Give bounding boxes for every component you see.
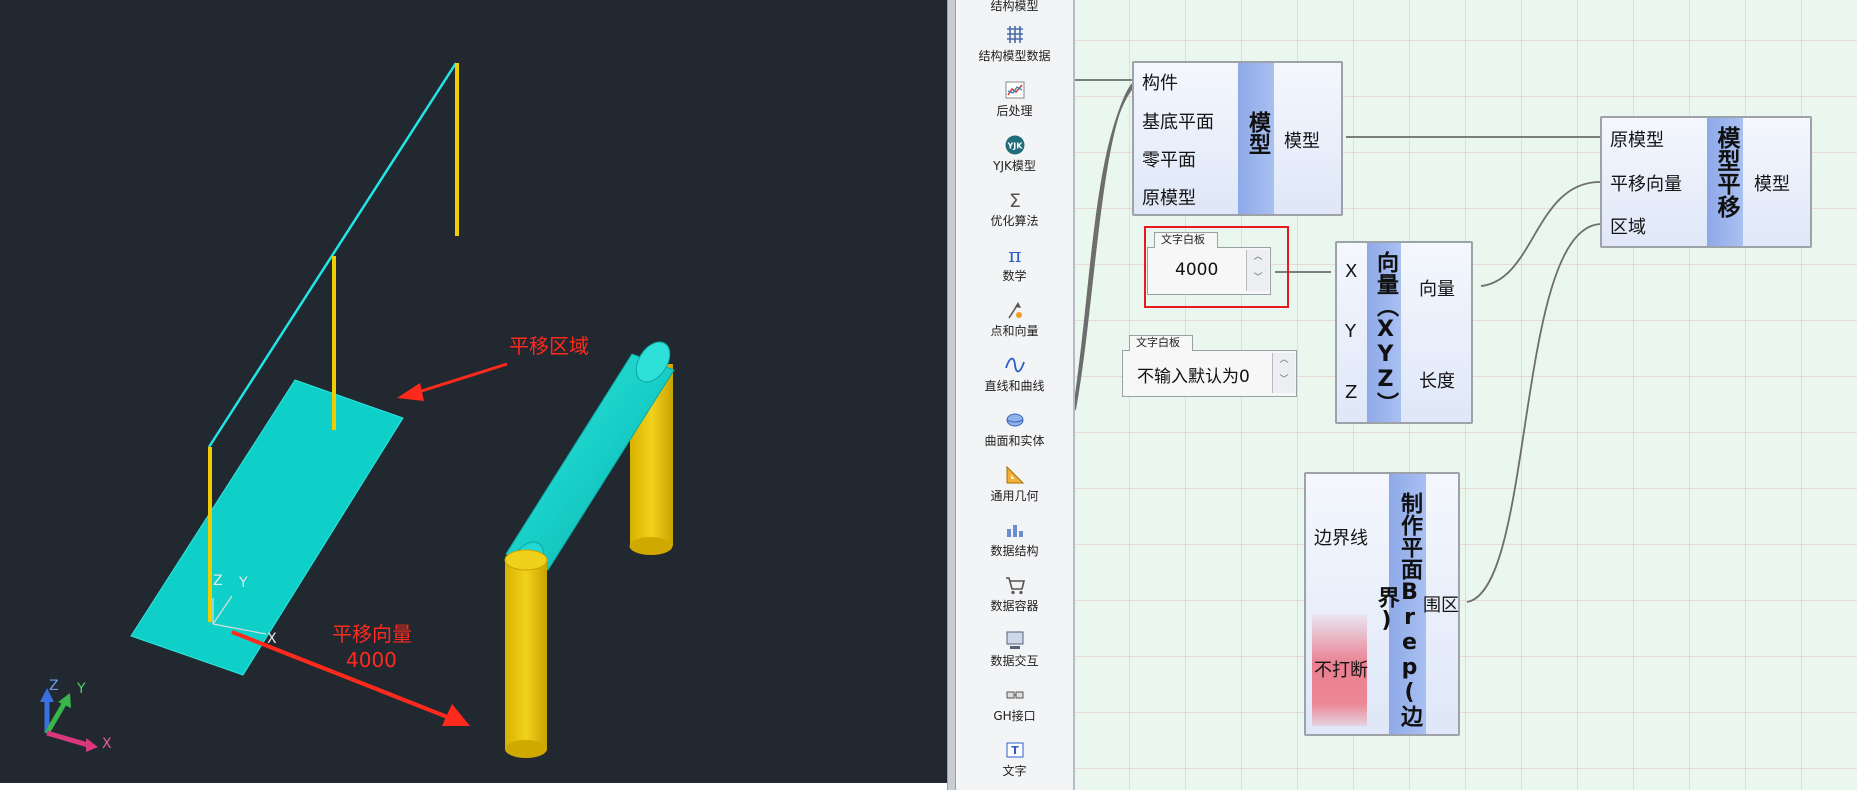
- viewport-scene: Z Y X Z Y X: [40, 62, 675, 758]
- category-line-curve[interactable]: 直线和曲线: [956, 354, 1073, 406]
- translate-input-vector[interactable]: 平移向量: [1610, 170, 1682, 196]
- data-structure-icon: [1006, 525, 1023, 537]
- category-yjk-model[interactable]: YJK YJK模型: [956, 134, 1073, 186]
- category-postprocess[interactable]: 后处理: [956, 79, 1073, 131]
- category-data-container[interactable]: 数据容器: [956, 574, 1073, 626]
- triad-x-label: X: [102, 736, 112, 752]
- highlight-box: [1144, 226, 1289, 308]
- translate-input-region[interactable]: 区域: [1610, 213, 1646, 239]
- solid-column-left: [505, 560, 547, 750]
- vector-input-z[interactable]: Z: [1345, 382, 1357, 403]
- text-panel-default-zero[interactable]: 文字白板 不输入默认为0 ︿ ﹀: [1122, 335, 1297, 397]
- triad-x-axis: [46, 730, 89, 748]
- local-axis-z-label: Z: [213, 573, 223, 589]
- category-structure-model-data[interactable]: 结构模型数据: [956, 24, 1073, 76]
- model-node[interactable]: 模型 构件 基底平面 零平面 原模型 模型: [1132, 61, 1343, 216]
- category-math[interactable]: π 数学: [956, 244, 1073, 296]
- category-surface-solid[interactable]: 曲面和实体: [956, 409, 1073, 461]
- text-panel-default-value[interactable]: 不输入默认为0: [1137, 362, 1250, 387]
- component-category-panel: 结构模型 结构模型数据 后处理 YJK YJK模型 Σ 优化算法 π 数学 点和…: [956, 0, 1075, 790]
- category-text[interactable]: T 文字: [956, 739, 1073, 790]
- make-plane-brep-node[interactable]: 制作平面Brep(边界) 边界线 不打断 围区: [1304, 472, 1460, 736]
- vector-output-length[interactable]: 长度: [1419, 367, 1455, 393]
- category-gh-interface[interactable]: GH接口: [956, 684, 1073, 736]
- triad-x-head: [86, 738, 98, 752]
- triad-y-label: Y: [76, 681, 86, 697]
- category-point-vector[interactable]: 点和向量: [956, 299, 1073, 351]
- triad-z-label: Z: [49, 678, 59, 694]
- vector-xyz-node[interactable]: 向量（XYZ） X Y Z 向量 长度: [1335, 241, 1473, 424]
- gh-interface-icon: [1006, 691, 1023, 699]
- plane-input-no-break[interactable]: 不打断: [1314, 656, 1368, 682]
- svg-text:T: T: [1011, 744, 1019, 757]
- node-canvas[interactable]: 模型 构件 基底平面 零平面 原模型 模型 模型平移 原模型 平移向量 区域 模…: [1075, 0, 1857, 790]
- translate-region-label: 平移区域: [509, 334, 589, 358]
- vector-input-x[interactable]: X: [1345, 261, 1357, 282]
- surface-solid-icon: [1006, 413, 1023, 427]
- model-input-original-model[interactable]: 原模型: [1142, 184, 1196, 210]
- model-input-zero-plane[interactable]: 零平面: [1142, 146, 1196, 172]
- svg-text:Σ: Σ: [1008, 190, 1020, 211]
- grid-data-icon: [1006, 26, 1023, 43]
- vector-node-title: 向量（XYZ）: [1373, 251, 1398, 414]
- text-panel-default-spinner[interactable]: ︿ ﹀: [1272, 353, 1295, 393]
- wire-vector-to-translate: [1480, 181, 1601, 287]
- svg-text:YJK: YJK: [1006, 142, 1023, 151]
- spinner-up-icon[interactable]: ︿: [1273, 353, 1295, 373]
- translate-node-title: 模型平移: [1713, 126, 1739, 218]
- text-icon: T: [1006, 742, 1023, 758]
- category-optimization[interactable]: Σ 优化算法: [956, 189, 1073, 241]
- model-input-base-plane[interactable]: 基底平面: [1142, 108, 1214, 134]
- solid-column-left-bottom: [505, 740, 547, 758]
- translate-vector-label: 平移向量: [332, 622, 412, 646]
- vector-output-vector[interactable]: 向量: [1419, 275, 1455, 301]
- curve-icon: [1004, 357, 1025, 373]
- vector-input-y[interactable]: Y: [1345, 321, 1356, 342]
- category-general-geometry[interactable]: 通用几何: [956, 464, 1073, 516]
- spinner-down-icon[interactable]: ﹀: [1273, 373, 1295, 393]
- point-vector-icon: [1007, 302, 1022, 319]
- plane-node-title: 制作平面Brep(边界): [1373, 491, 1422, 727]
- category-data-exchange[interactable]: 数据交互: [956, 629, 1073, 681]
- plane-output-region[interactable]: 围区: [1423, 591, 1459, 617]
- model-node-title: 模型: [1245, 111, 1270, 155]
- plane-input-boundary[interactable]: 边界线: [1314, 524, 1368, 550]
- data-exchange-icon: [1006, 631, 1023, 649]
- region-arrow-head: [397, 383, 424, 401]
- category-data-structure[interactable]: 数据结构: [956, 519, 1073, 571]
- cart-icon: [1005, 577, 1025, 595]
- translate-model-node[interactable]: 模型平移 原模型 平移向量 区域 模型: [1600, 116, 1812, 248]
- triad-y-axis: [44, 702, 67, 735]
- translate-input-original-model[interactable]: 原模型: [1610, 126, 1664, 152]
- yjk-logo-icon: YJK: [1005, 135, 1024, 155]
- postprocess-chart-icon: [1005, 81, 1024, 99]
- 3d-viewport[interactable]: Z Y X Z Y X 平移区域 平移向量 4000: [0, 0, 947, 783]
- translate-output-model[interactable]: 模型: [1754, 170, 1790, 196]
- pi-icon: π: [1008, 244, 1021, 266]
- translate-vector-value: 4000: [346, 648, 397, 672]
- sigma-icon: Σ: [1008, 190, 1020, 211]
- wire-region-to-area: [1466, 223, 1601, 603]
- region-arrow: [411, 362, 508, 396]
- svg-text:π: π: [1008, 244, 1021, 266]
- model-input-member[interactable]: 构件: [1142, 69, 1178, 95]
- solid-column-left-top: [504, 549, 548, 571]
- local-axis-y-label: Y: [238, 575, 248, 591]
- viewport-splitter[interactable]: [947, 0, 956, 790]
- model-output-model[interactable]: 模型: [1284, 127, 1320, 153]
- text-panel-default-tab: 文字白板: [1129, 335, 1193, 351]
- solid-column-right-bottom: [629, 537, 673, 555]
- ruler-triangle-icon: [1006, 465, 1024, 484]
